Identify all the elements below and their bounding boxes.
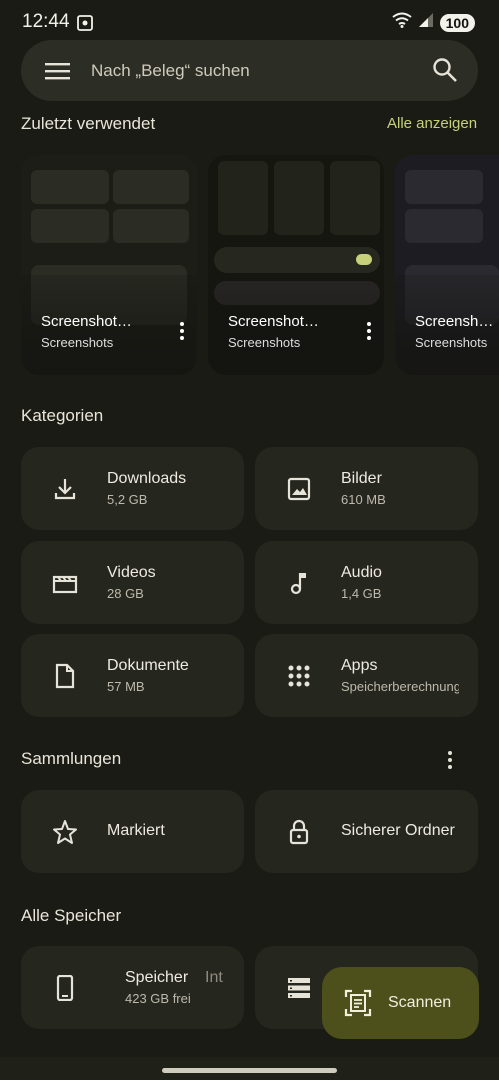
recent-item-subtitle: Screenshots [228,335,301,350]
recent-item[interactable]: Screenshot… Screenshots [208,155,384,375]
status-time: 12:44 [22,11,70,32]
category-label: Bilder [341,470,382,487]
category-size: 1,4 GB [341,586,382,601]
recent-title: Zuletzt verwendet [21,114,156,132]
recent-item-subtitle: Screenshots [415,335,488,350]
scan-button[interactable]: Scannen [322,967,479,1039]
phone-icon [52,974,78,1002]
category-downloads[interactable]: Downloads 5,2 GB [21,447,244,530]
more-vert-icon[interactable] [179,319,185,343]
signal-icon [418,12,434,33]
category-videos[interactable]: Videos 28 GB [21,541,244,624]
recent-header-clip: Zuletzt verwendet Alle anzeigen [0,110,499,132]
more-vert-icon[interactable] [448,748,452,772]
storage-title: Alle Speicher [21,906,122,925]
storage-free: 423 GB frei [125,991,191,1006]
storage-internal[interactable]: Speicher Int 423 GB frei [21,946,244,1029]
download-icon [52,476,78,502]
category-size: 5,2 GB [107,492,148,507]
category-audio[interactable]: Audio 1,4 GB [255,541,478,624]
category-label: Videos [107,564,156,581]
scan-button-label: Scannen [388,994,452,1011]
collection-starred[interactable]: Markiert [21,790,244,873]
collections-title: Sammlungen [21,749,122,768]
category-size: 28 GB [107,586,144,601]
category-size: 610 MB [341,492,386,507]
storage-label: Speicher [125,969,189,986]
apps-grid-icon [286,663,312,689]
document-scanner-icon [344,989,372,1017]
recent-item-title: Screenshot… [415,313,499,330]
category-label: Downloads [107,470,187,487]
category-label: Dokumente [107,657,189,674]
home-indicator[interactable] [162,1068,337,1073]
recent-item[interactable]: Screenshot… Screenshots [395,155,499,375]
storage-label-overflow: Int [205,969,223,986]
recent-item-title: Screenshot… [228,313,319,330]
category-label: Audio [341,564,382,581]
status-right: 100 [392,12,475,33]
categories-title: Kategorien [21,406,104,425]
music-note-icon [286,570,312,596]
screenshot-icon [76,14,94,37]
recent-item-title: Screenshot… [41,313,132,330]
image-icon [286,476,312,502]
category-size: Speicherberechnung [341,679,459,694]
document-icon [52,663,78,689]
wifi-icon [392,12,412,33]
star-icon [52,819,78,845]
search-input[interactable]: Nach „Beleg“ suchen [91,61,250,81]
storage-icon [286,975,312,1001]
category-images[interactable]: Bilder 610 MB [255,447,478,530]
category-apps[interactable]: Apps Speicherberechnung [255,634,478,717]
category-label: Apps [341,657,378,674]
search-bar[interactable]: Nach „Beleg“ suchen [21,40,478,101]
menu-icon[interactable] [45,61,71,81]
collection-label: Markiert [107,822,165,839]
search-icon[interactable] [432,57,458,88]
collection-safe-folder[interactable]: Sicherer Ordner [255,790,478,873]
show-all-link[interactable]: Alle anzeigen [387,115,477,132]
lock-icon [286,819,312,845]
battery-badge: 100 [439,13,475,32]
category-documents[interactable]: Dokumente 57 MB [21,634,244,717]
movie-icon [52,570,78,596]
category-size: 57 MB [107,679,145,694]
collection-label: Sicherer Ordner [341,822,455,839]
recent-item[interactable]: Screenshot… Screenshots [21,155,197,375]
more-vert-icon[interactable] [366,319,372,343]
recent-item-subtitle: Screenshots [41,335,114,350]
